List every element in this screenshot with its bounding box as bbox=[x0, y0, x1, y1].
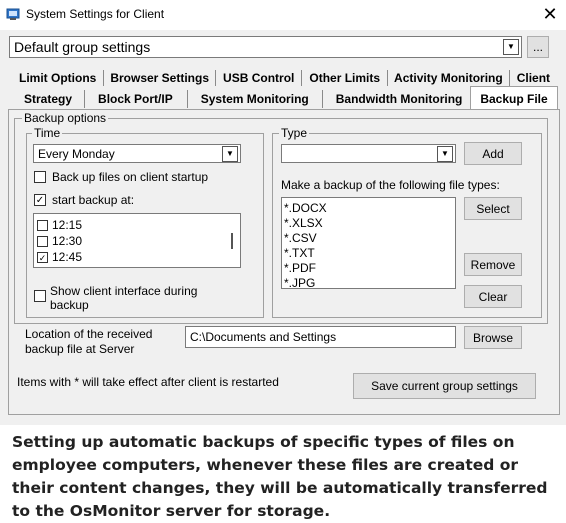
list-item[interactable]: *.JPG bbox=[284, 276, 315, 290]
location-label-1: Location of the received bbox=[25, 327, 153, 341]
chevron-down-icon[interactable]: ▼ bbox=[503, 39, 519, 55]
type-legend: Type bbox=[279, 126, 310, 140]
list-item[interactable]: *.XLSX bbox=[284, 216, 323, 230]
group-more-button[interactable]: ... bbox=[527, 36, 549, 58]
select-button[interactable]: Select bbox=[464, 197, 522, 220]
window-title: System Settings for Client bbox=[26, 7, 165, 21]
tab-client[interactable]: Client bbox=[510, 71, 557, 85]
location-input[interactable]: C:\Documents and Settings bbox=[185, 326, 456, 348]
location-input-value: C:\Documents and Settings bbox=[190, 330, 337, 344]
list-item[interactable]: *.CSV bbox=[284, 231, 317, 245]
restart-note: Items with * will take effect after clie… bbox=[17, 375, 279, 389]
show-client-interface-checkbox[interactable] bbox=[34, 290, 46, 302]
list-scrollbar-thumb[interactable] bbox=[231, 233, 233, 249]
tab-browser-settings[interactable]: Browser Settings bbox=[104, 71, 215, 85]
time-checkbox-1215[interactable] bbox=[37, 220, 48, 231]
close-icon[interactable]: ✕ bbox=[540, 4, 560, 24]
show-client-interface-label-1: Show client interface during bbox=[50, 284, 198, 298]
tab-usb-control[interactable]: USB Control bbox=[216, 71, 301, 85]
schedule-select[interactable]: Every Monday ▼ bbox=[33, 144, 241, 163]
remove-button[interactable]: Remove bbox=[464, 253, 522, 276]
backup-times-list[interactable]: 12:15 12:30 ✓ 12:45 bbox=[33, 213, 241, 268]
tab-strategy[interactable]: Strategy bbox=[12, 92, 84, 106]
list-item[interactable]: *.DOCX bbox=[284, 201, 327, 215]
tab-bandwidth-monitoring[interactable]: Bandwidth Monitoring bbox=[323, 92, 476, 106]
browse-button[interactable]: Browse bbox=[464, 326, 522, 349]
location-label-2: backup file at Server bbox=[25, 342, 135, 356]
tab-backup-file-label: Backup File bbox=[480, 91, 548, 106]
tab-limit-options[interactable]: Limit Options bbox=[12, 71, 103, 85]
start-backup-at-checkbox[interactable]: ✓ bbox=[34, 194, 46, 206]
tab-system-monitoring[interactable]: System Monitoring bbox=[188, 92, 322, 106]
show-client-interface-label-2: backup bbox=[50, 298, 89, 312]
list-item[interactable]: *.TXT bbox=[284, 246, 315, 260]
type-select[interactable]: ▼ bbox=[281, 144, 456, 163]
save-group-settings-button[interactable]: Save current group settings bbox=[353, 373, 536, 399]
startup-backup-label: Back up files on client startup bbox=[52, 170, 209, 184]
time-checkbox-1245[interactable]: ✓ bbox=[37, 252, 48, 263]
time-label-1230: 12:30 bbox=[52, 234, 83, 248]
chevron-down-icon[interactable]: ▼ bbox=[222, 146, 238, 162]
tab-backup-file[interactable]: Backup File bbox=[470, 86, 558, 110]
app-icon bbox=[6, 8, 20, 20]
schedule-select-value: Every Monday bbox=[38, 147, 115, 161]
tab-row-1: Limit Options Browser Settings USB Contr… bbox=[12, 69, 557, 87]
time-checkbox-1230[interactable] bbox=[37, 236, 48, 247]
group-select[interactable]: Default group settings ▼ bbox=[9, 36, 522, 58]
add-button[interactable]: Add bbox=[464, 142, 522, 165]
group-select-value: Default group settings bbox=[14, 39, 151, 55]
backup-options-legend: Backup options bbox=[22, 111, 109, 125]
time-label-1215: 12:15 bbox=[52, 218, 83, 232]
time-label-1245: 12:45 bbox=[52, 250, 83, 264]
caption-text: Setting up automatic backups of specific… bbox=[12, 433, 548, 520]
chevron-down-icon[interactable]: ▼ bbox=[437, 146, 453, 162]
startup-backup-checkbox[interactable] bbox=[34, 171, 46, 183]
clear-button[interactable]: Clear bbox=[464, 285, 522, 308]
start-backup-at-label: start backup at: bbox=[52, 193, 135, 207]
list-item[interactable]: *.PDF bbox=[284, 261, 316, 275]
time-legend: Time bbox=[32, 126, 63, 140]
tab-other-limits[interactable]: Other Limits bbox=[302, 71, 387, 85]
tab-block-port-ip[interactable]: Block Port/IP bbox=[85, 92, 187, 106]
file-types-list[interactable]: *.DOCX *.XLSX *.CSV *.TXT *.PDF *.JPG bbox=[281, 197, 456, 290]
tab-row-2: Strategy Block Port/IP System Monitoring… bbox=[12, 89, 475, 109]
file-types-heading: Make a backup of the following file type… bbox=[281, 178, 500, 192]
tab-activity-monitoring[interactable]: Activity Monitoring bbox=[388, 71, 509, 85]
